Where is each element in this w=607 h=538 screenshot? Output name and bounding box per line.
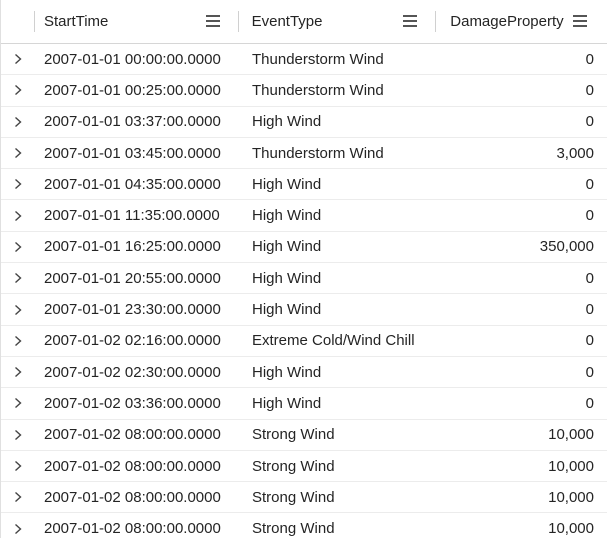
cell-damageproperty[interactable]: 0 bbox=[436, 51, 594, 68]
cell-damageproperty[interactable]: 0 bbox=[436, 395, 594, 412]
cell-starttime[interactable]: 2007-01-01 11:35:00.0000 bbox=[34, 207, 238, 224]
row-expand-chevron-icon[interactable] bbox=[1, 397, 34, 409]
table-row[interactable]: 2007-01-02 02:16:00.0000 Extreme Cold/Win… bbox=[1, 325, 607, 357]
table-row[interactable]: 2007-01-01 03:37:00.0000 High Wind 0 bbox=[1, 107, 607, 138]
cell-damageproperty[interactable]: 0 bbox=[436, 332, 594, 349]
cell-starttime[interactable]: 2007-01-01 04:35:00.0000 bbox=[34, 176, 238, 193]
cell-starttime[interactable]: 2007-01-02 08:00:00.0000 bbox=[34, 458, 238, 475]
column-menu-icon[interactable] bbox=[205, 15, 220, 27]
cell-damageproperty[interactable]: 0 bbox=[436, 113, 594, 130]
cell-damageproperty[interactable]: 0 bbox=[436, 270, 594, 287]
cell-damageproperty[interactable]: 0 bbox=[436, 364, 594, 381]
row-expand-chevron-icon[interactable] bbox=[1, 210, 34, 222]
cell-eventtype[interactable]: High Wind bbox=[238, 301, 436, 318]
cell-damageproperty[interactable]: 10,000 bbox=[436, 489, 594, 506]
expander-header bbox=[1, 0, 34, 43]
cell-eventtype[interactable]: High Wind bbox=[238, 270, 436, 287]
cell-starttime[interactable]: 2007-01-01 03:45:00.0000 bbox=[34, 145, 238, 162]
cell-starttime[interactable]: 2007-01-02 02:16:00.0000 bbox=[34, 332, 238, 349]
column-menu-icon[interactable] bbox=[572, 15, 587, 27]
column-menu-icon[interactable] bbox=[403, 15, 418, 27]
table-row[interactable]: 2007-01-02 08:00:00.0000 Strong Wind 10,00… bbox=[1, 420, 607, 451]
cell-eventtype[interactable]: High Wind bbox=[238, 207, 436, 224]
row-expand-chevron-icon[interactable] bbox=[1, 241, 34, 253]
results-grid: StartTime EventType DamageProperty 2007-… bbox=[0, 0, 607, 538]
cell-eventtype[interactable]: Thunderstorm Wind bbox=[238, 51, 436, 68]
row-expand-chevron-icon[interactable] bbox=[1, 523, 34, 535]
cell-damageproperty[interactable]: 10,000 bbox=[436, 520, 594, 537]
cell-eventtype[interactable]: High Wind bbox=[238, 238, 436, 255]
column-separator[interactable] bbox=[33, 11, 35, 32]
cell-starttime[interactable]: 2007-01-02 02:30:00.0000 bbox=[34, 364, 238, 381]
table-row[interactable]: 2007-01-01 00:25:00.0000 Thunderstorm Win… bbox=[1, 75, 607, 107]
table-row[interactable]: 2007-01-02 03:36:00.0000 High Wind 0 bbox=[1, 388, 607, 420]
cell-starttime[interactable]: 2007-01-01 00:00:00.0000 bbox=[34, 51, 238, 68]
cell-damageproperty[interactable]: 10,000 bbox=[436, 426, 594, 443]
row-expand-chevron-icon[interactable] bbox=[1, 304, 34, 316]
cell-eventtype[interactable]: Extreme Cold/Wind Chill bbox=[238, 332, 436, 349]
column-header-label: DamageProperty bbox=[450, 13, 564, 30]
table-row[interactable]: 2007-01-02 08:00:00.0000 Strong Wind 10,00… bbox=[1, 450, 607, 483]
cell-starttime[interactable]: 2007-01-01 03:37:00.0000 bbox=[34, 113, 238, 130]
table-row[interactable]: 2007-01-02 02:30:00.0000 High Wind 0 bbox=[1, 357, 607, 389]
row-expand-chevron-icon[interactable] bbox=[1, 272, 34, 284]
cell-eventtype[interactable]: High Wind bbox=[238, 113, 436, 130]
row-expand-chevron-icon[interactable] bbox=[1, 147, 34, 159]
row-expand-chevron-icon[interactable] bbox=[1, 178, 34, 190]
cell-eventtype[interactable]: Strong Wind bbox=[238, 426, 436, 443]
grid-header: StartTime EventType DamageProperty bbox=[1, 0, 607, 44]
table-row[interactable]: 2007-01-01 20:55:00.0000 High Wind 0 bbox=[1, 263, 607, 295]
row-expand-chevron-icon[interactable] bbox=[1, 335, 34, 347]
cell-damageproperty[interactable]: 0 bbox=[436, 82, 594, 99]
cell-eventtype[interactable]: High Wind bbox=[238, 395, 436, 412]
cell-starttime[interactable]: 2007-01-02 03:36:00.0000 bbox=[34, 395, 238, 412]
cell-eventtype[interactable]: Strong Wind bbox=[238, 458, 436, 475]
row-expand-chevron-icon[interactable] bbox=[1, 84, 34, 96]
cell-starttime[interactable]: 2007-01-02 08:00:00.0000 bbox=[34, 520, 238, 537]
table-row[interactable]: 2007-01-02 08:00:00.0000 Strong Wind 10,00… bbox=[1, 513, 607, 538]
cell-starttime[interactable]: 2007-01-02 08:00:00.0000 bbox=[34, 426, 238, 443]
column-header-label: EventType bbox=[251, 13, 323, 30]
column-header-starttime[interactable]: StartTime bbox=[33, 0, 238, 43]
table-row[interactable]: 2007-01-01 11:35:00.0000 High Wind 0 bbox=[1, 200, 607, 232]
cell-eventtype[interactable]: Thunderstorm Wind bbox=[238, 82, 436, 99]
grid-body: 2007-01-01 00:00:00.0000 Thunderstorm Win… bbox=[1, 44, 607, 538]
cell-damageproperty[interactable]: 350,000 bbox=[436, 238, 594, 255]
cell-damageproperty[interactable]: 0 bbox=[436, 176, 594, 193]
cell-damageproperty[interactable]: 0 bbox=[436, 207, 594, 224]
cell-starttime[interactable]: 2007-01-01 23:30:00.0000 bbox=[34, 301, 238, 318]
cell-starttime[interactable]: 2007-01-02 08:00:00.0000 bbox=[34, 489, 238, 506]
table-row[interactable]: 2007-01-01 03:45:00.0000 Thunderstorm Win… bbox=[1, 137, 607, 170]
column-header-label: StartTime bbox=[43, 13, 109, 30]
table-row[interactable]: 2007-01-01 00:00:00.0000 Thunderstorm Win… bbox=[1, 44, 607, 76]
table-row[interactable]: 2007-01-01 23:30:00.0000 High Wind 0 bbox=[1, 294, 607, 326]
column-header-damageproperty[interactable]: DamageProperty bbox=[435, 0, 607, 43]
cell-damageproperty[interactable]: 10,000 bbox=[436, 458, 594, 475]
cell-starttime[interactable]: 2007-01-01 20:55:00.0000 bbox=[34, 270, 238, 287]
cell-eventtype[interactable]: Thunderstorm Wind bbox=[238, 145, 436, 162]
row-expand-chevron-icon[interactable] bbox=[1, 53, 34, 65]
cell-eventtype[interactable]: Strong Wind bbox=[238, 489, 436, 506]
cell-damageproperty[interactable]: 0 bbox=[436, 301, 594, 318]
column-header-eventtype[interactable]: EventType bbox=[237, 0, 436, 43]
table-row[interactable]: 2007-01-02 08:00:00.0000 Strong Wind 10,00… bbox=[1, 482, 607, 514]
table-row[interactable]: 2007-01-01 04:35:00.0000 High Wind 0 bbox=[1, 169, 607, 201]
column-separator[interactable] bbox=[237, 11, 239, 32]
cell-eventtype[interactable]: High Wind bbox=[238, 176, 436, 193]
table-row[interactable]: 2007-01-01 16:25:00.0000 High Wind 350,000 bbox=[1, 232, 607, 264]
row-expand-chevron-icon[interactable] bbox=[1, 429, 34, 441]
row-expand-chevron-icon[interactable] bbox=[1, 116, 34, 128]
cell-starttime[interactable]: 2007-01-01 16:25:00.0000 bbox=[34, 238, 238, 255]
row-expand-chevron-icon[interactable] bbox=[1, 460, 34, 472]
column-separator[interactable] bbox=[435, 11, 437, 32]
row-expand-chevron-icon[interactable] bbox=[1, 366, 34, 378]
cell-starttime[interactable]: 2007-01-01 00:25:00.0000 bbox=[34, 82, 238, 99]
cell-eventtype[interactable]: High Wind bbox=[238, 364, 436, 381]
cell-damageproperty[interactable]: 3,000 bbox=[436, 145, 594, 162]
cell-eventtype[interactable]: Strong Wind bbox=[238, 520, 436, 537]
row-expand-chevron-icon[interactable] bbox=[1, 491, 34, 503]
